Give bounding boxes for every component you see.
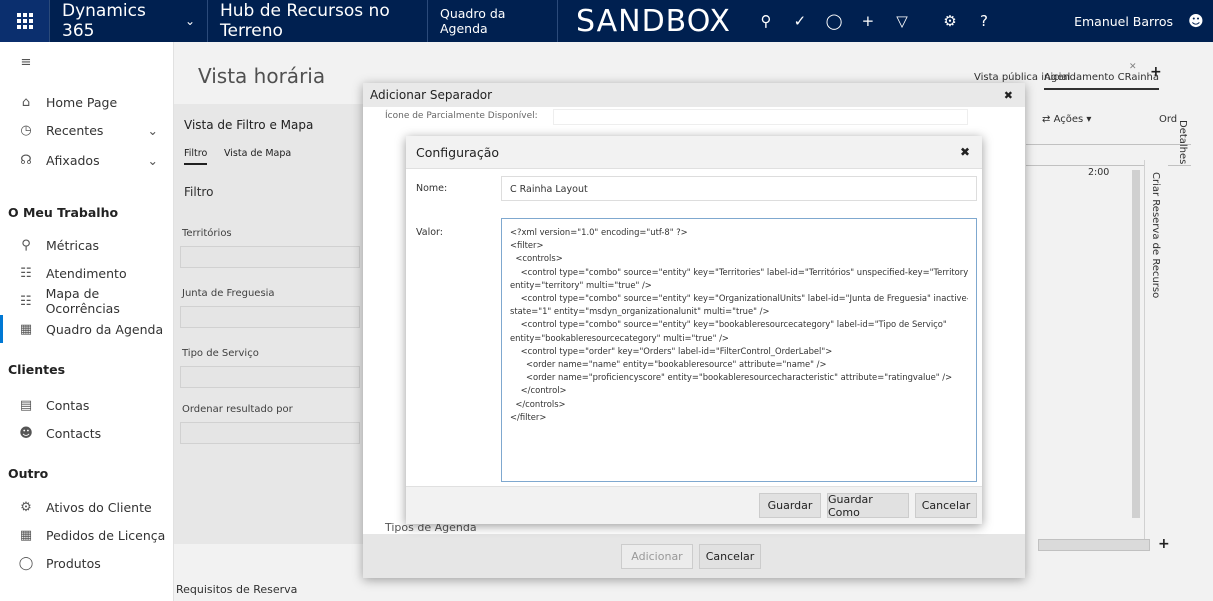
xml-line: </controls> <box>510 398 566 409</box>
add-tab-dialog-footer: Adicionar Cancelar <box>363 534 1025 578</box>
sidebar-item-label: Produtos <box>46 555 101 571</box>
clock-icon: ◷ <box>20 122 32 138</box>
service-icon: ☷ <box>20 265 32 281</box>
user-icon[interactable]: ☻ <box>1179 0 1213 42</box>
xml-line: </filter> <box>510 411 547 422</box>
sidebar-item-service[interactable]: ☷ Atendimento <box>0 259 174 287</box>
sidebar-item-label: Home Page <box>46 94 118 110</box>
product-icon: ◯ <box>18 555 34 571</box>
cancel-button[interactable]: Cancelar <box>915 493 977 518</box>
user-name[interactable]: Emanuel Barros <box>1062 0 1179 42</box>
sidebar: ≡ ⌂ Home Page ◷ Recentes ⌄ ☊ Afixados ⌄ O Meu… <box>0 42 174 601</box>
person-icon: ☻ <box>19 425 33 441</box>
add-tab-dialog-header: Adicionar Separador ✖ <box>363 83 1025 107</box>
metrics-icon: ⚲ <box>21 237 31 253</box>
accounts-icon: ▤ <box>19 397 33 413</box>
sidebar-item-accounts[interactable]: ▤ Contas <box>0 391 174 419</box>
sidebar-item-label: Ativos do Cliente <box>46 499 152 515</box>
xml-line: <control type="order" key="Orders" label… <box>510 345 833 356</box>
value-label: Valor: <box>416 227 443 238</box>
xml-line: <control type="combo" source="entity" ke… <box>510 266 968 277</box>
close-icon[interactable]: ✖ <box>1004 89 1013 102</box>
configuration-dialog-header: Configuração ✖ <box>406 136 982 169</box>
sidebar-item-home[interactable]: ⌂ Home Page <box>0 88 174 116</box>
partial-icon-field[interactable] <box>553 109 968 125</box>
lightbulb-icon[interactable]: ◯ <box>817 0 851 42</box>
sidebar-item-recent[interactable]: ◷ Recentes ⌄ <box>0 116 174 144</box>
map-icon: ☷ <box>19 293 32 309</box>
task-icon[interactable]: ✓ <box>783 0 817 42</box>
sidebar-item-label: Afixados <box>46 152 100 168</box>
asset-icon: ⚙ <box>20 499 32 515</box>
name-field[interactable]: C Rainha Layout <box>501 176 977 201</box>
sidebar-item-label: Métricas <box>46 237 100 253</box>
xml-line: <control type="combo" source="entity" ke… <box>510 319 947 330</box>
sidebar-item-occurrence-map[interactable]: ☷ Mapa de Ocorrências <box>0 286 174 316</box>
configuration-dialog: Configuração ✖ Nome: C Rainha Layout Valo… <box>406 136 982 524</box>
xml-line: entity="bookableresourcecategory" multi=… <box>510 332 729 343</box>
xml-line: <order name="name" entity="bookableresou… <box>510 359 827 370</box>
sidebar-item-products[interactable]: ◯ Produtos <box>0 549 174 577</box>
filter-icon[interactable]: ▽ <box>885 0 919 42</box>
sidebar-item-pinned[interactable]: ☊ Afixados ⌄ <box>0 146 174 174</box>
xml-line: <control type="combo" source="entity" ke… <box>510 293 968 304</box>
chevron-down-icon: ⌄ <box>147 152 158 168</box>
xml-line: </control> <box>510 385 567 396</box>
configuration-dialog-footer: Guardar Guardar Como Cancelar <box>406 486 982 524</box>
save-as-button[interactable]: Guardar Como <box>827 493 909 519</box>
sidebar-item-contacts[interactable]: ☻ Contacts <box>0 419 174 447</box>
sidebar-item-label: Mapa de Ocorrências <box>45 286 120 316</box>
chevron-down-icon: ⌄ <box>184 14 195 28</box>
section-other: Outro <box>8 466 49 481</box>
value-textarea[interactable]: <?xml version="1.0" encoding="utf-8" ?> … <box>501 218 977 482</box>
save-button[interactable]: Guardar <box>759 493 821 518</box>
calendar-icon: ▦ <box>19 321 33 337</box>
xml-line: state="1" entity="msdyn_organizationalun… <box>510 306 770 317</box>
section-my-work: O Meu Trabalho <box>8 205 119 220</box>
name-label: Nome: <box>416 183 448 194</box>
app-name[interactable]: Dynamics 365 ⌄ <box>50 0 208 42</box>
xml-line: <controls> <box>510 253 563 264</box>
sidebar-item-license-requests[interactable]: ▦ Pedidos de Licença <box>0 521 174 549</box>
sidebar-item-label: Recentes <box>46 122 104 138</box>
add-button[interactable]: Adicionar <box>621 544 693 569</box>
app-launcher-button[interactable] <box>0 0 50 42</box>
dialog-title: Configuração <box>416 144 500 160</box>
waffle-icon <box>16 13 33 29</box>
sidebar-item-label: Pedidos de Licença <box>46 527 166 543</box>
settings-icon[interactable]: ⚙ <box>933 0 967 42</box>
sidebar-collapse-button[interactable]: ≡ <box>0 48 174 76</box>
chevron-down-icon: ⌄ <box>147 122 158 138</box>
xml-line: <order name="proficiencyscore" entity="b… <box>510 372 953 383</box>
area-name[interactable]: Hub de Recursos no Terreno <box>208 0 428 42</box>
sidebar-item-schedule-board[interactable]: ▦ Quadro da Agenda <box>0 315 174 343</box>
calendar-grid-icon: ▦ <box>19 527 33 543</box>
breadcrumb-page[interactable]: Quadro da Agenda <box>428 0 558 42</box>
section-clients: Clientes <box>8 362 66 377</box>
xml-line: <filter> <box>510 240 544 251</box>
hamburger-icon: ≡ <box>20 54 32 70</box>
sidebar-item-label: Contacts <box>46 425 102 441</box>
environment-label: SANDBOX <box>576 3 731 39</box>
cancel-button[interactable]: Cancelar <box>699 544 761 569</box>
close-icon[interactable]: ✖ <box>960 145 970 159</box>
home-icon: ⌂ <box>21 94 31 110</box>
plus-icon[interactable]: + <box>851 0 885 42</box>
search-icon[interactable]: ⚲ <box>749 0 783 42</box>
pin-icon: ☊ <box>20 152 32 168</box>
app-name-label: Dynamics 365 <box>62 1 146 41</box>
partial-icon-label: Ícone de Parcialmente Disponível: <box>385 111 538 121</box>
xml-line: <?xml version="1.0" encoding="utf-8" ?> <box>510 227 688 237</box>
xml-line: entity="territory" multi="true" /> <box>510 279 652 290</box>
help-icon[interactable]: ? <box>967 0 1001 42</box>
sidebar-item-customer-assets[interactable]: ⚙ Ativos do Cliente <box>0 493 174 521</box>
sidebar-item-metrics[interactable]: ⚲ Métricas <box>0 231 174 259</box>
sidebar-item-label: Atendimento <box>46 265 127 281</box>
top-navigation-bar: Dynamics 365 ⌄ Hub de Recursos no Terreno… <box>0 0 1213 42</box>
dialog-title: Adicionar Separador <box>370 88 493 102</box>
sidebar-item-label: Contas <box>46 397 90 413</box>
sidebar-item-label: Quadro da Agenda <box>46 321 164 337</box>
